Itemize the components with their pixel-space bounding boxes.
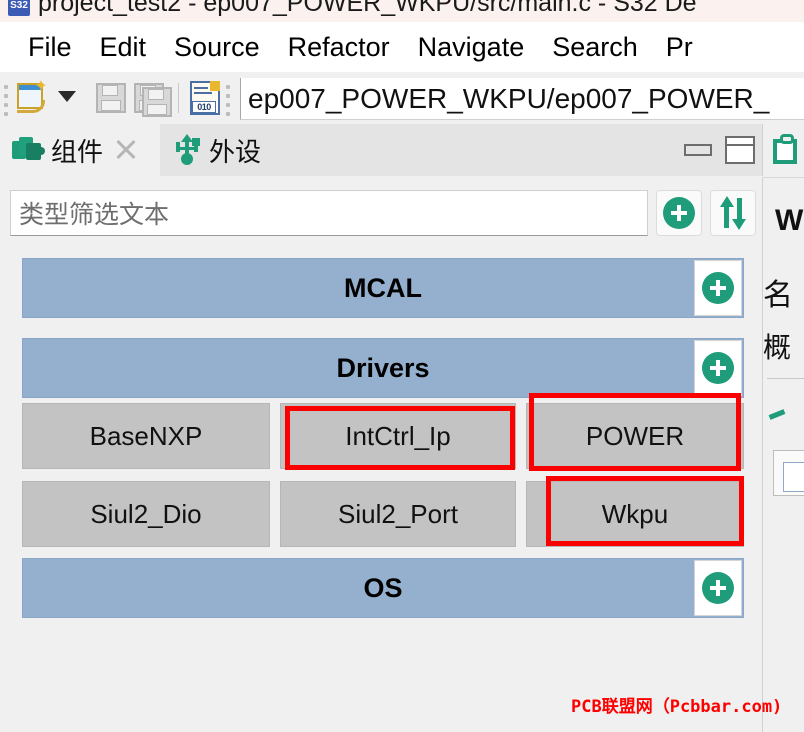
add-to-os-button[interactable] [694,560,742,616]
menu-item-project[interactable]: Pr [652,32,707,63]
component-tile-label: Siul2_Port [338,498,458,529]
window-title: project_test2 - ep007_POWER_WKPU/src/mai… [38,0,697,17]
maximize-view-button[interactable] [725,136,755,164]
toolbar-separator [178,83,179,113]
component-tile-wkpu[interactable]: Wkpu [526,481,744,547]
application-window: S32 project_test2 - ep007_POWER_WKPU/src… [0,0,804,732]
properties-panel: W 名 概 [762,124,804,732]
check-icon [769,406,791,424]
menu-item-search[interactable]: Search [538,32,652,63]
application-icon-label: S32 [10,0,28,11]
component-tile-label: IntCtrl_Ip [345,420,451,451]
add-component-button[interactable] [656,190,702,236]
plus-circle-icon [702,272,734,304]
title-bar: S32 project_test2 - ep007_POWER_WKPU/src… [0,0,804,22]
group-header-mcal[interactable]: MCAL [22,258,744,318]
components-icon [12,137,45,163]
binary-file-icon: 010 [190,81,220,115]
properties-panel-body: W 名 概 [762,177,804,732]
path-text-field[interactable]: ep007_POWER_WKPU/ep007_POWER_ [240,78,804,120]
save-all-icon [134,83,172,117]
tab-components-label: 组件 [51,136,104,167]
add-to-drivers-button[interactable] [694,340,742,396]
tab-components[interactable]: 组件 [0,124,160,176]
view-tab-strip: 组件 外设 [0,124,762,176]
component-tile-label: Wkpu [601,498,669,529]
properties-title: W [775,204,804,237]
tab-peripherals[interactable]: 外设 [160,124,310,176]
tab-peripherals-label: 外设 [209,136,262,167]
clipboard-icon [773,134,799,164]
save-all-button[interactable] [134,83,172,117]
binary-file-button[interactable]: 010 [190,81,220,115]
minimize-view-button[interactable] [684,144,712,156]
menu-item-file[interactable]: File [14,32,86,63]
properties-tab-strip[interactable] [762,124,804,176]
plus-circle-icon [663,197,695,229]
plus-circle-icon [702,572,734,604]
component-tile-label: BaseNXP [89,420,203,451]
component-tile-siul2-port[interactable]: Siul2_Port [280,481,516,547]
search-input-placeholder: 类型筛选文本 [19,201,170,229]
save-icon [96,83,126,113]
group-title: Drivers [336,352,430,383]
component-tile-basenxp[interactable]: BaseNXP [22,403,270,469]
menu-item-edit[interactable]: Edit [86,32,161,63]
menu-item-navigate[interactable]: Navigate [404,32,539,63]
component-tile-intctrl-ip[interactable]: IntCtrl_Ip [280,403,516,469]
menu-item-refactor[interactable]: Refactor [274,32,404,63]
component-tile-label: Siul2_Dio [90,498,202,529]
usb-peripherals-icon [174,134,200,165]
new-file-icon: ✦ [14,79,48,114]
save-button[interactable] [96,83,126,113]
components-view: 组件 外设 类型筛选文本 MCAL Drivers BaseNXP IntCtr… [0,124,762,732]
search-input[interactable]: 类型筛选文本 [10,190,648,236]
group-header-drivers[interactable]: Drivers [22,338,744,398]
toolbar-grip-secondary[interactable] [226,85,231,116]
watermark: PCB联盟网（Pcbbar.com) [571,697,783,717]
component-list: MCAL Drivers BaseNXP IntCtrl_Ip POWER Si… [0,248,762,732]
new-file-dropdown-button[interactable] [58,91,76,102]
properties-label-overview: 概 [763,332,792,363]
new-file-button[interactable]: ✦ [14,79,48,114]
component-tile-siul2-dio[interactable]: Siul2_Dio [22,481,270,547]
application-icon: S32 [8,0,30,16]
component-tile-power[interactable]: POWER [526,403,744,469]
group-title: MCAL [344,272,422,303]
chevron-down-icon [58,91,76,102]
plus-circle-icon [702,352,734,384]
properties-divider [767,378,804,379]
add-to-mcal-button[interactable] [694,260,742,316]
sort-button[interactable] [710,190,756,236]
properties-field[interactable] [783,462,804,492]
path-text-value: ep007_POWER_WKPU/ep007_POWER_ [248,82,770,114]
component-tile-label: POWER [585,420,685,451]
group-header-os[interactable]: OS [22,558,744,618]
close-icon[interactable] [115,139,137,161]
group-title: OS [363,572,403,603]
menu-item-source[interactable]: Source [160,32,274,63]
toolbar-grip[interactable] [4,85,9,116]
properties-label-name: 名 [763,279,793,312]
menu-bar: File Edit Source Refactor Navigate Searc… [0,22,804,72]
sort-arrows-icon [718,196,748,230]
filter-row: 类型筛选文本 [0,176,762,248]
